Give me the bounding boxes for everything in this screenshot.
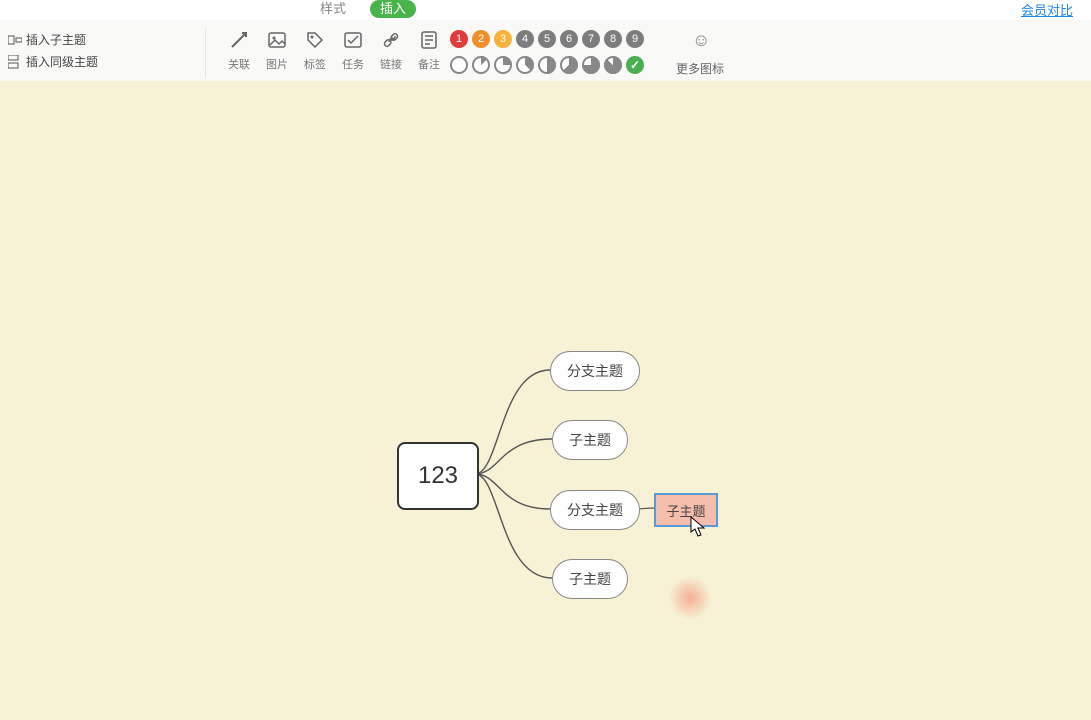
priority-badge-2[interactable]: 2 — [472, 30, 490, 48]
member-compare-link[interactable]: 会员对比 — [1021, 0, 1073, 19]
insert-sibling-icon — [8, 55, 22, 69]
priority-badge-1[interactable]: 1 — [450, 30, 468, 48]
priority-badge-9[interactable]: 9 — [626, 30, 644, 48]
insert-sibling-label: 插入同级主题 — [26, 52, 98, 72]
mindmap-canvas[interactable]: 123 分支主题 子主题 分支主题 子主题 子主题 — [0, 81, 1091, 720]
toolbar: 插入子主题 插入同级主题 插入父主题 关联 图片 — [0, 20, 1091, 82]
progress-37-icon[interactable] — [516, 56, 534, 74]
tool-tag-label: 标签 — [296, 56, 334, 72]
task-icon — [334, 28, 372, 52]
click-highlight — [668, 576, 712, 620]
insert-child-label: 插入子主题 — [26, 30, 86, 50]
tool-relation-label: 关联 — [220, 56, 258, 72]
tool-tag[interactable]: 标签 — [296, 28, 334, 72]
image-icon — [258, 28, 296, 52]
relation-icon — [220, 28, 258, 52]
link-icon — [372, 28, 410, 52]
tools-row: 关联 图片 标签 任务 链接 备注 — [220, 28, 448, 72]
note-icon — [410, 28, 448, 52]
child-node-1[interactable]: 子主题 — [552, 420, 628, 460]
tool-relation[interactable]: 关联 — [220, 28, 258, 72]
priority-badge-4[interactable]: 4 — [516, 30, 534, 48]
progress-icons-row: ✓ — [450, 56, 644, 74]
insert-child-icon — [8, 33, 22, 47]
tool-note-label: 备注 — [410, 56, 448, 72]
progress-62-icon[interactable] — [560, 56, 578, 74]
progress-25-icon[interactable] — [494, 56, 512, 74]
tool-task[interactable]: 任务 — [334, 28, 372, 72]
insert-sibling-button[interactable]: 插入同级主题 — [8, 52, 98, 72]
priority-badge-7[interactable]: 7 — [582, 30, 600, 48]
priority-badge-5[interactable]: 5 — [538, 30, 556, 48]
priority-badge-6[interactable]: 6 — [560, 30, 578, 48]
progress-75-icon[interactable] — [582, 56, 600, 74]
progress-12-icon[interactable] — [472, 56, 490, 74]
priority-badge-8[interactable]: 8 — [604, 30, 622, 48]
progress-done-icon[interactable]: ✓ — [626, 56, 644, 74]
tool-link[interactable]: 链接 — [372, 28, 410, 72]
progress-50-icon[interactable] — [538, 56, 556, 74]
priority-badge-3[interactable]: 3 — [494, 30, 512, 48]
tool-image-label: 图片 — [258, 56, 296, 72]
tab-insert[interactable]: 插入 — [370, 0, 416, 18]
number-badges-row: 1 2 3 4 5 6 7 8 9 — [450, 30, 644, 48]
emoji-icon[interactable]: ☺ — [692, 30, 710, 51]
tool-image[interactable]: 图片 — [258, 28, 296, 72]
more-icons-button[interactable]: 更多图标 — [676, 60, 724, 77]
root-node[interactable]: 123 — [397, 442, 479, 510]
selected-sub-node[interactable]: 子主题 — [654, 493, 718, 527]
tag-icon — [296, 28, 334, 52]
tool-link-label: 链接 — [372, 56, 410, 72]
connectors — [0, 81, 1091, 720]
progress-0-icon[interactable] — [450, 56, 468, 74]
progress-87-icon[interactable] — [604, 56, 622, 74]
top-tabs: 样式 插入 — [0, 0, 1091, 20]
insert-child-button[interactable]: 插入子主题 — [8, 30, 86, 50]
tool-task-label: 任务 — [334, 56, 372, 72]
child-node-2[interactable]: 子主题 — [552, 559, 628, 599]
branch-node-2[interactable]: 分支主题 — [550, 490, 640, 530]
toolbar-divider — [205, 28, 206, 78]
tab-style[interactable]: 样式 — [320, 0, 346, 18]
branch-node-1[interactable]: 分支主题 — [550, 351, 640, 391]
tool-note[interactable]: 备注 — [410, 28, 448, 72]
